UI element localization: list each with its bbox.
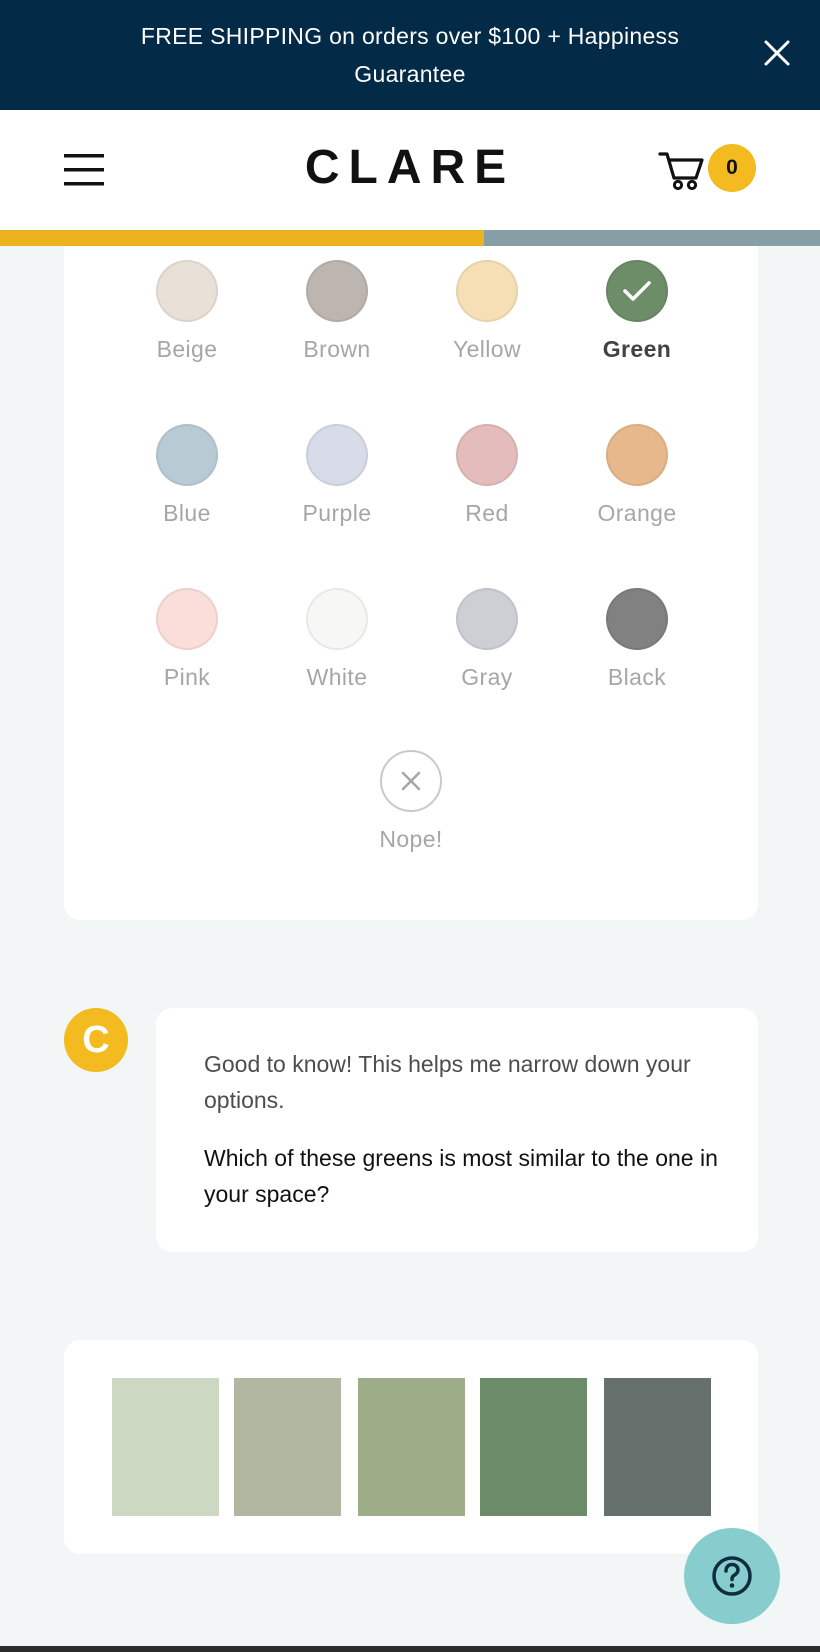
swatch-label: Black [607, 664, 667, 690]
cart-button[interactable]: 0 [658, 144, 758, 194]
chat-message: Good to know! This helps me narrow down … [204, 1051, 691, 1113]
swatch-orange[interactable]: Orange [567, 424, 707, 527]
promo-banner: FREE SHIPPING on orders over $100 + Happ… [0, 0, 820, 110]
swatch-label: White [306, 664, 368, 690]
swatch-label: Blue [163, 500, 211, 526]
swatch-label: Brown [303, 336, 371, 362]
swatch-circle [456, 260, 518, 322]
swatch-green[interactable]: Green [567, 260, 707, 363]
nope-circle [380, 750, 442, 812]
swatch-label: Red [465, 500, 509, 526]
swatch-circle [156, 260, 218, 322]
swatch-circle [606, 424, 668, 486]
chat-message-card: Good to know! This helps me narrow down … [156, 1008, 758, 1252]
close-icon[interactable] [762, 38, 792, 68]
cart-icon [658, 152, 704, 191]
site-header: CLARE 0 [0, 110, 820, 230]
green-chip-1[interactable] [112, 1378, 219, 1516]
swatch-brown[interactable]: Brown [267, 260, 407, 363]
swatch-circle [306, 424, 368, 486]
swatch-gray[interactable]: Gray [417, 588, 557, 691]
swatch-yellow[interactable]: Yellow [417, 260, 557, 363]
swatch-circle [606, 588, 668, 650]
swatch-label: Purple [302, 500, 372, 526]
swatch-label: Pink [163, 664, 211, 690]
quiz-progress-bar [0, 230, 820, 246]
assistant-avatar: C [64, 1008, 128, 1072]
bottom-bar [0, 1646, 820, 1652]
green-chip-2[interactable] [234, 1378, 341, 1516]
swatch-circle [456, 588, 518, 650]
greens-options-card [64, 1340, 758, 1554]
color-picker-card: Beige Brown Yellow Green Blue Purple Red… [64, 246, 758, 920]
swatch-label: Orange [597, 500, 677, 526]
swatch-circle [306, 260, 368, 322]
swatch-pink[interactable]: Pink [117, 588, 257, 691]
swatch-label: Yellow [452, 336, 522, 362]
close-icon [401, 771, 421, 791]
help-question-icon [712, 1556, 752, 1596]
swatch-red[interactable]: Red [417, 424, 557, 527]
checkmark-icon [623, 281, 651, 301]
green-chip-4[interactable] [480, 1378, 587, 1516]
swatch-circle [156, 588, 218, 650]
swatch-beige[interactable]: Beige [117, 260, 257, 363]
swatch-label: Beige [156, 336, 218, 362]
swatch-nope[interactable]: Nope! [341, 750, 481, 853]
swatch-circle [156, 424, 218, 486]
swatch-label: Green [602, 336, 672, 362]
chat-question: Which of these greens is most similar to… [204, 1145, 718, 1207]
swatch-purple[interactable]: Purple [267, 424, 407, 527]
quiz-progress-fill [0, 230, 484, 246]
cart-count-badge: 0 [708, 144, 756, 192]
green-chip-5[interactable] [604, 1378, 711, 1516]
swatch-circle [606, 260, 668, 322]
nope-label: Nope! [379, 826, 443, 852]
swatch-blue[interactable]: Blue [117, 424, 257, 527]
swatch-white[interactable]: White [267, 588, 407, 691]
help-button[interactable] [684, 1528, 780, 1624]
swatch-circle [306, 588, 368, 650]
swatch-circle [456, 424, 518, 486]
promo-text: FREE SHIPPING on orders over $100 + Happ… [140, 23, 680, 87]
swatch-black[interactable]: Black [567, 588, 707, 691]
swatch-label: Gray [461, 664, 513, 690]
green-chip-3[interactable] [358, 1378, 465, 1516]
